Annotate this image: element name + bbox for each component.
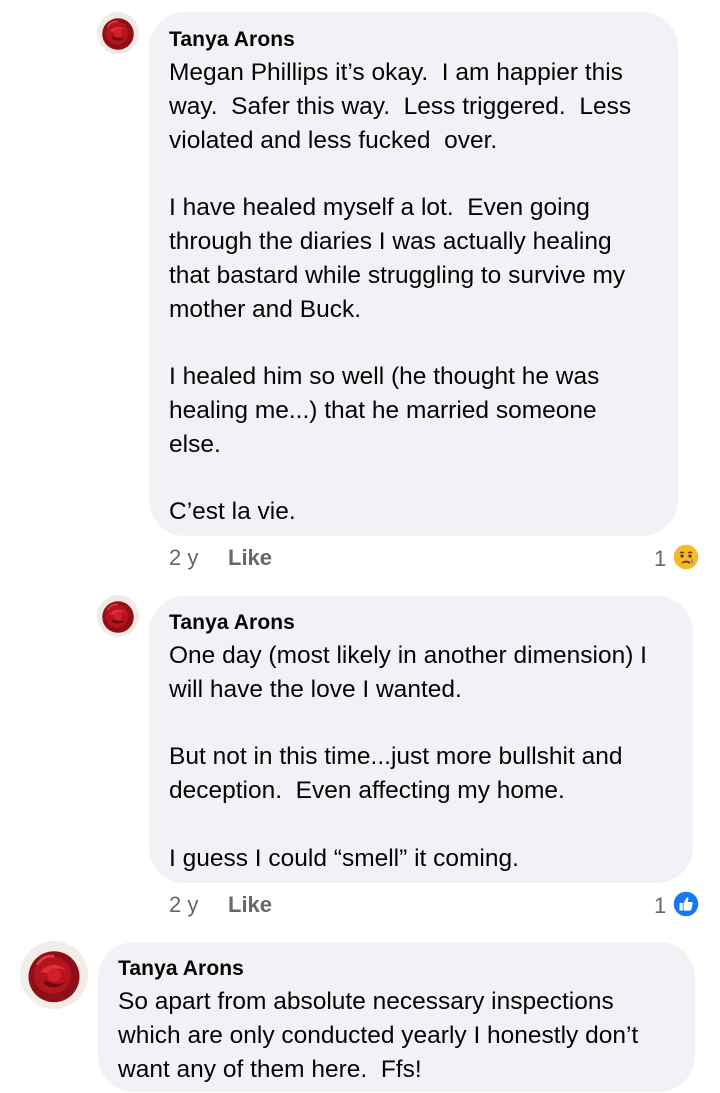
comment-line: mother and Buck. [169,295,362,323]
rose-avatar-icon [97,12,139,54]
comment-author[interactable]: Tanya Arons [118,957,244,981]
reaction-count[interactable]: 1 [654,893,666,919]
rose-avatar-icon [20,941,88,1009]
comment-line: way. Safer this way. Less triggered. Les… [169,92,632,120]
comment-text: Megan Phillips it’s okay. I am happier t… [169,56,669,529]
like-button[interactable]: Like [228,545,272,571]
comment-line: I healed him so well (he thought he was [169,363,600,391]
comment-author[interactable]: Tanya Arons [169,28,295,52]
comment-line [169,808,684,842]
comment-line: I have healed myself a lot. Even going [169,194,590,222]
avatar[interactable] [97,12,139,54]
comment-line: deception. Even affecting my home. [169,777,565,805]
comment-line [169,707,684,741]
comment-text: One day (most likely in another dimensio… [169,639,684,876]
comment-line: So apart from absolute necessary inspect… [118,988,614,1015]
sad-reaction-icon[interactable] [672,543,700,571]
like-reaction-icon[interactable] [672,890,700,918]
comment-line: C’est la vie. [169,498,296,526]
comment-line: I guess I could “smell” it coming. [169,844,519,872]
comment-line: else. [169,430,221,458]
comment-timestamp[interactable]: 2 y [169,892,198,918]
comment-author[interactable]: Tanya Arons [169,611,295,635]
avatar[interactable] [97,595,139,637]
comment-line: violated and less fucked over. [169,126,498,154]
comment-timestamp[interactable]: 2 y [169,545,198,571]
comment-line: through the diaries I was actually heali… [169,227,612,255]
comment-line [169,462,669,496]
comment-line: that bastard while struggling to survive… [169,261,626,289]
comment-line: One day (most likely in another dimensio… [169,642,647,669]
comment-thread: Tanya Arons Megan Phillips it’s okay. I … [0,0,720,1093]
comment-line: want any of them here. Ffs! [118,1055,422,1083]
like-button[interactable]: Like [228,892,272,918]
comment-line [169,326,669,360]
comment-line: Megan Phillips it’s okay. I am happier t… [169,59,623,86]
comment-line: healing me...) that he married someone [169,396,597,424]
comment-line: which are only conducted yearly I honest… [118,1021,639,1049]
reaction-count[interactable]: 1 [654,546,666,572]
comment-line: But not in this time...just more bullshi… [169,743,623,771]
avatar[interactable] [20,941,88,1009]
rose-avatar-icon [97,595,139,637]
comment-text: So apart from absolute necessary inspect… [118,985,688,1086]
comment-line: will have the love I wanted. [169,675,462,703]
comment-line [169,157,669,191]
